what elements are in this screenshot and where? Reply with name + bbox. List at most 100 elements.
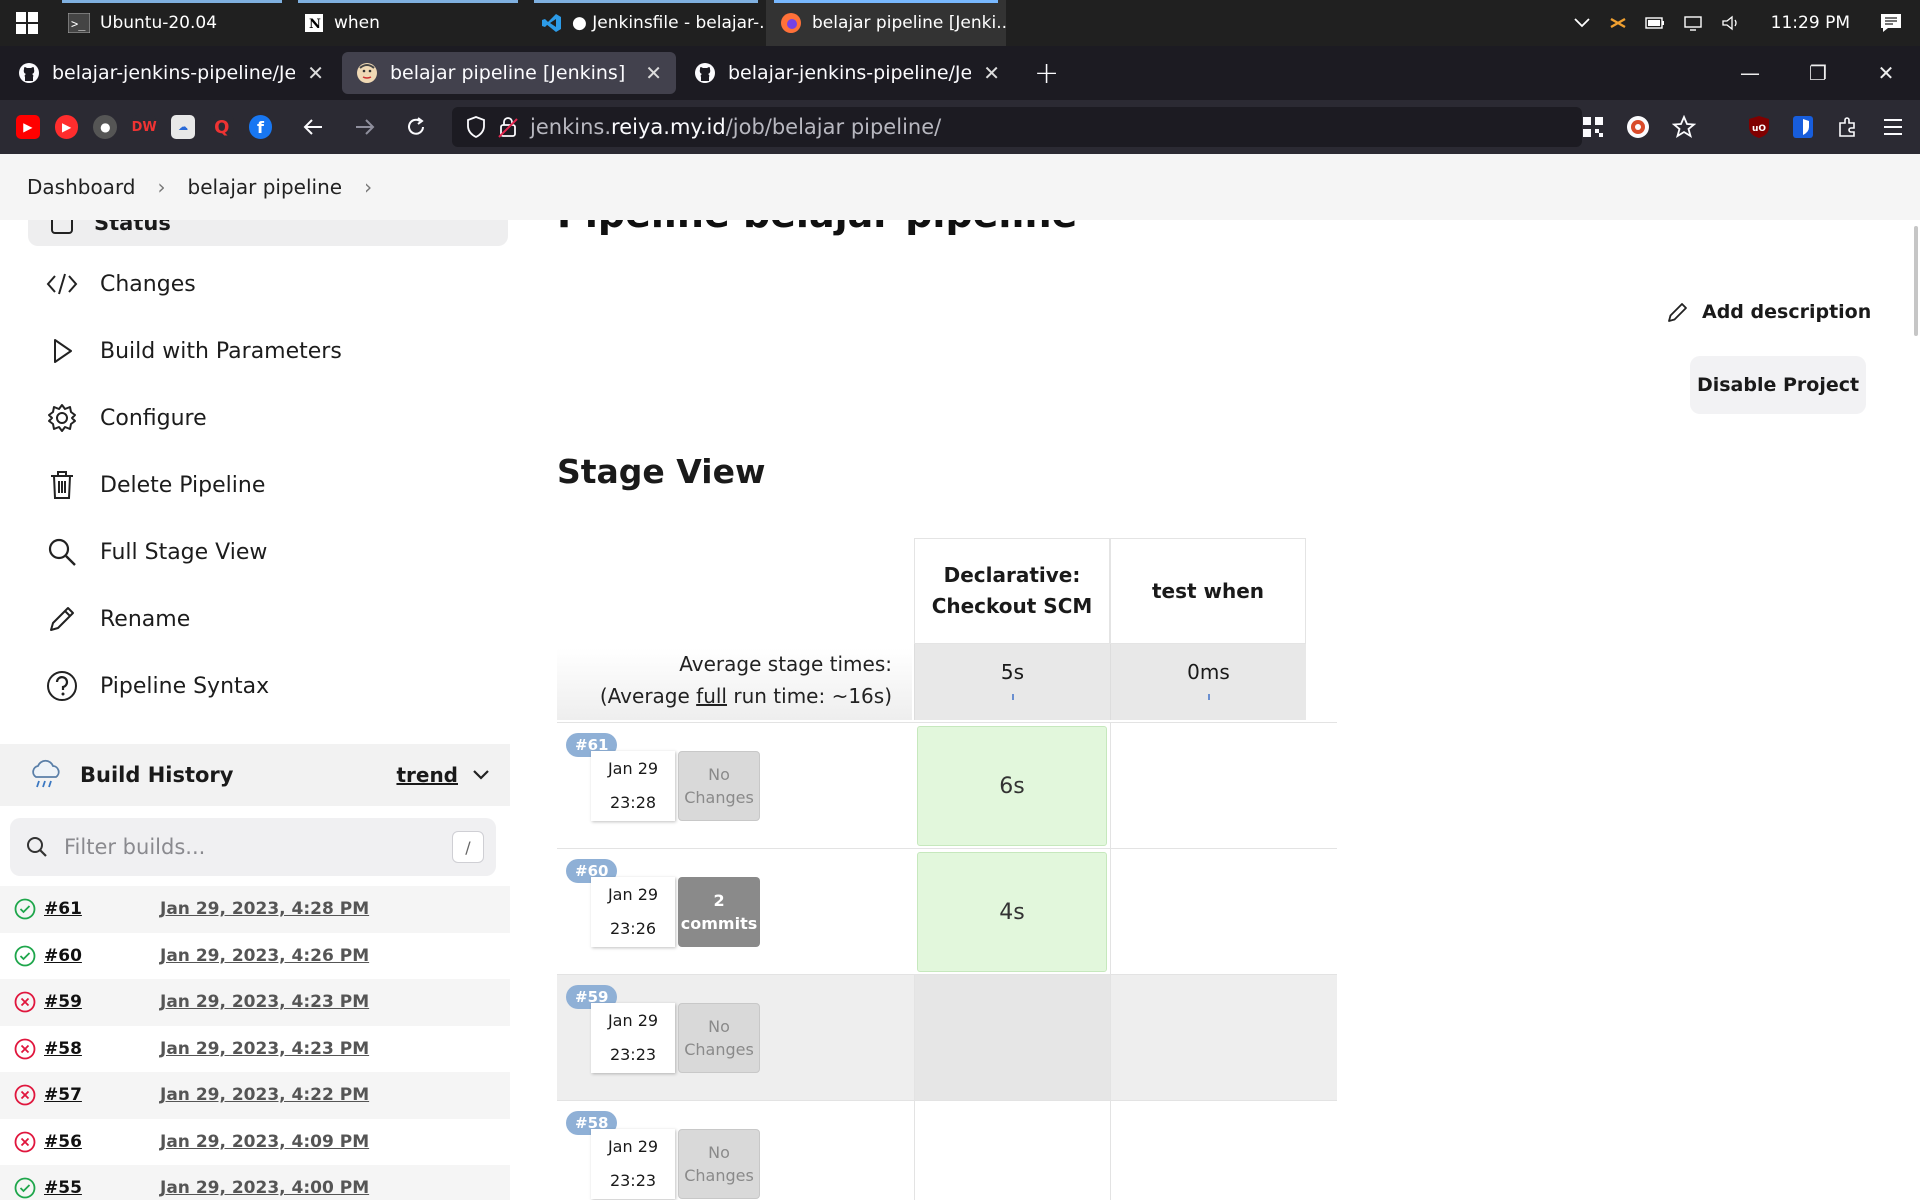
build-number-link[interactable]: #58 <box>44 1039 160 1059</box>
bookmark-dw-icon[interactable]: DW <box>132 115 157 139</box>
youtube-music-bookmark-icon[interactable]: ▶ <box>54 115 79 139</box>
reload-icon[interactable] <box>397 116 437 138</box>
build-date-link[interactable]: Jan 29, 2023, 4:23 PM <box>160 1039 369 1059</box>
build-date-link[interactable]: Jan 29, 2023, 4:23 PM <box>160 992 369 1012</box>
stage-cell-success[interactable]: 4s <box>917 852 1107 972</box>
url-bar[interactable]: jenkins.reiya.my.id/job/belajar pipeline… <box>452 107 1583 147</box>
build-date-link[interactable]: Jan 29, 2023, 4:28 PM <box>160 899 369 919</box>
sidebar-item-configure[interactable]: Configure <box>46 402 207 434</box>
sidebar-item-build-with-parameters[interactable]: Build with Parameters <box>46 335 342 367</box>
build-row[interactable]: #58 Jan 29, 2023, 4:23 PM <box>0 1026 510 1073</box>
stage-header[interactable]: test when <box>1110 538 1306 644</box>
build-date-link[interactable]: Jan 29, 2023, 4:26 PM <box>160 946 369 966</box>
back-icon[interactable] <box>293 117 333 137</box>
new-tab-button[interactable]: + <box>1034 56 1059 91</box>
filter-builds-input[interactable]: Filter builds... / <box>10 818 496 876</box>
failed-icon <box>14 1084 36 1106</box>
windows-start-icon[interactable] <box>0 0 54 46</box>
chevron-up-icon[interactable] <box>1573 17 1591 29</box>
battery-icon[interactable] <box>1644 16 1665 30</box>
taskbar-app-firefox[interactable]: belajar pipeline [Jenki... <box>766 0 1006 46</box>
build-number-link[interactable]: #55 <box>44 1178 160 1198</box>
full-run-time-link[interactable]: full <box>696 684 727 708</box>
changes-box[interactable]: No Changes <box>678 751 760 821</box>
chevron-right-icon[interactable]: › <box>158 175 166 199</box>
youtube-bookmark-icon[interactable]: ▶ <box>16 115 40 139</box>
changes-box[interactable]: 2 commits <box>678 877 760 947</box>
changes-box[interactable]: No Changes <box>678 1129 760 1199</box>
forward-icon[interactable] <box>345 117 385 137</box>
taskbar-app-vscode[interactable]: ● Jenkinsfile - belajar-... <box>526 0 766 46</box>
failed-icon <box>14 1038 36 1060</box>
build-row[interactable]: #61 Jan 29, 2023, 4:28 PM <box>0 886 510 933</box>
chevron-down-icon[interactable] <box>472 769 490 781</box>
quora-bookmark-icon[interactable]: Q <box>209 115 234 139</box>
sidebar-item-changes[interactable]: Changes <box>46 268 196 300</box>
search-icon <box>46 536 78 568</box>
build-number-link[interactable]: #56 <box>44 1132 160 1152</box>
tray-app-icon[interactable] <box>1609 14 1627 32</box>
network-icon[interactable] <box>1683 14 1703 32</box>
clock[interactable]: 11:29 PM <box>1771 13 1850 33</box>
bitwarden-icon[interactable] <box>1792 115 1814 139</box>
disable-project-button[interactable]: Disable Project <box>1690 356 1866 414</box>
jenkins-icon <box>356 62 378 84</box>
extension-badge-icon[interactable] <box>1626 115 1650 139</box>
build-date-link[interactable]: Jan 29, 2023, 4:22 PM <box>160 1085 369 1105</box>
browser-tab-github-2[interactable]: belajar-jenkins-pipeline/Jenki ✕ <box>680 52 1014 94</box>
ublock-origin-icon[interactable]: uO <box>1748 115 1770 139</box>
bookmark-star-icon[interactable] <box>1672 115 1697 139</box>
build-row[interactable]: #55 Jan 29, 2023, 4:00 PM <box>0 1165 510 1200</box>
sidebar-item-delete-pipeline[interactable]: Delete Pipeline <box>46 469 265 501</box>
close-window-icon[interactable]: ✕ <box>1852 61 1920 85</box>
facebook-bookmark-icon[interactable]: f <box>248 115 273 139</box>
build-number-link[interactable]: #59 <box>44 992 160 1012</box>
build-row[interactable]: #57 Jan 29, 2023, 4:22 PM <box>0 1072 510 1119</box>
sidebar-item-status[interactable]: Status <box>28 220 508 246</box>
restore-icon[interactable]: ❐ <box>1784 61 1852 85</box>
changes-box[interactable]: No Changes <box>678 1003 760 1073</box>
taskbar-app-notion[interactable]: N when <box>290 0 526 46</box>
main-panel: Pipeline belajar pipeline Add descriptio… <box>540 220 1920 1200</box>
minimize-icon[interactable]: — <box>1716 61 1784 85</box>
sidebar-item-full-stage-view[interactable]: Full Stage View <box>46 536 267 568</box>
github-bookmark-icon[interactable]: ● <box>93 115 118 139</box>
stage-run-row: #59 Jan 29 23:23 No Changes <box>557 974 1337 1101</box>
stage-cell-success[interactable]: 6s <box>917 726 1107 846</box>
browser-tab-github-1[interactable]: belajar-jenkins-pipeline/Jenki ✕ <box>4 52 338 94</box>
cloudinary-bookmark-icon[interactable]: ☁ <box>171 115 195 139</box>
build-date-link[interactable]: Jan 29, 2023, 4:00 PM <box>160 1178 369 1198</box>
qr-code-icon[interactable] <box>1582 116 1604 138</box>
volume-icon[interactable] <box>1721 14 1741 32</box>
sidebar-item-pipeline-syntax[interactable]: Pipeline Syntax <box>46 670 269 702</box>
build-number-link[interactable]: #60 <box>44 946 160 966</box>
browser-tab-strip: belajar-jenkins-pipeline/Jenki ✕ belajar… <box>0 46 1920 100</box>
build-row[interactable]: #59 Jan 29, 2023, 4:23 PM <box>0 979 510 1026</box>
shield-icon[interactable] <box>466 116 486 138</box>
add-description-button[interactable]: Add description <box>1666 300 1871 324</box>
stage-run-row: #61 Jan 29 23:28 No Changes 6s <box>557 722 1337 849</box>
lock-warning-icon[interactable] <box>498 116 518 138</box>
build-history-title: Build History <box>80 763 234 787</box>
close-tab-icon[interactable]: ✕ <box>645 61 662 85</box>
trend-link[interactable]: trend <box>396 763 490 787</box>
notifications-icon[interactable] <box>1880 13 1902 33</box>
extensions-puzzle-icon[interactable] <box>1836 115 1860 139</box>
browser-tab-jenkins[interactable]: belajar pipeline [Jenkins] ✕ <box>342 52 676 94</box>
build-date-link[interactable]: Jan 29, 2023, 4:09 PM <box>160 1132 369 1152</box>
stage-header[interactable]: Declarative: Checkout SCM <box>914 538 1110 644</box>
hamburger-menu-icon[interactable] <box>1882 118 1904 136</box>
close-tab-icon[interactable]: ✕ <box>983 61 1000 85</box>
breadcrumb-dashboard[interactable]: Dashboard <box>27 175 136 199</box>
url-text: jenkins.reiya.my.id/job/belajar pipeline… <box>530 115 942 139</box>
stage-view-title: Stage View <box>557 452 766 491</box>
breadcrumb-job[interactable]: belajar pipeline <box>188 175 343 199</box>
chevron-right-icon[interactable]: › <box>364 175 372 199</box>
build-number-link[interactable]: #57 <box>44 1085 160 1105</box>
build-row[interactable]: #60 Jan 29, 2023, 4:26 PM <box>0 933 510 980</box>
build-row[interactable]: #56 Jan 29, 2023, 4:09 PM <box>0 1119 510 1166</box>
close-tab-icon[interactable]: ✕ <box>307 61 324 85</box>
build-number-link[interactable]: #61 <box>44 899 160 919</box>
sidebar-item-rename[interactable]: Rename <box>46 603 190 635</box>
taskbar-app-ubuntu[interactable]: >_ Ubuntu-20.04 <box>54 0 290 46</box>
